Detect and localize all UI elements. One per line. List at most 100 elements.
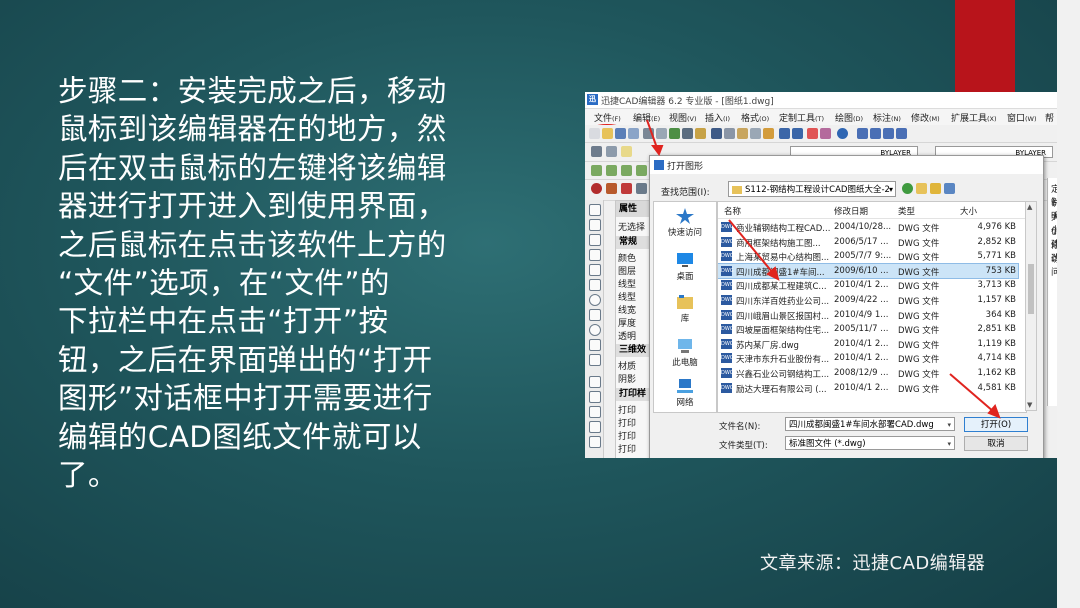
look-in-combo[interactable]: S112-钢结构工程设计CAD图纸大全-2 ▾ (728, 181, 896, 197)
scroll-up-icon[interactable]: ▲ (1027, 203, 1032, 211)
ellipse-arc-icon[interactable] (589, 339, 601, 351)
revcloud-icon[interactable] (589, 309, 601, 321)
new-folder-icon[interactable] (930, 183, 941, 194)
region-icon[interactable] (589, 406, 601, 418)
file-row[interactable]: DWG 四川东洋百姓药业公司... 2009/4/22 ... DWG 文件 1,157… (718, 293, 1018, 308)
wedge-icon[interactable] (606, 165, 617, 176)
file-name-input[interactable]: 四川成都闽盛1#车间水部署CAD.dwg ▾ (785, 417, 955, 431)
open-button[interactable]: 打开(O) (964, 417, 1028, 432)
place-quick-access[interactable]: 快速访问 (654, 208, 716, 238)
selection-combo[interactable]: 无选择 (618, 220, 645, 233)
table-icon[interactable] (589, 421, 601, 433)
menu-extension-tools[interactable]: 扩展工具(X) (951, 111, 997, 124)
col-type[interactable]: 类型 (898, 205, 915, 217)
new-icon[interactable] (589, 128, 600, 139)
box-icon[interactable] (591, 165, 602, 176)
text-style-icon[interactable] (883, 128, 894, 139)
file-row[interactable]: DWG 苏内某厂房.dwg 2010/4/1 2... DWG 文件 1,119 KB (718, 337, 1018, 352)
layer-previous-icon[interactable] (621, 146, 632, 157)
match-props-icon[interactable] (763, 128, 774, 139)
cone-icon[interactable] (621, 165, 632, 176)
polyline-icon[interactable] (589, 234, 601, 246)
print-icon[interactable] (643, 128, 654, 139)
help-icon[interactable] (837, 128, 848, 139)
ellipse-icon[interactable] (589, 324, 601, 336)
polygon-icon[interactable] (589, 249, 601, 261)
line-icon[interactable] (589, 204, 601, 216)
chevron-down-icon[interactable]: ▾ (947, 437, 951, 449)
menu-custom-tools[interactable]: 定制工具(T) (779, 111, 824, 124)
cut-icon[interactable] (711, 128, 722, 139)
find-icon[interactable] (682, 128, 693, 139)
text-icon[interactable] (857, 128, 868, 139)
menu-file[interactable]: 文件(F) (594, 111, 621, 124)
menu-edit[interactable]: 编辑(E) (633, 111, 660, 124)
spline-icon[interactable] (589, 264, 601, 276)
undo-icon[interactable] (779, 128, 790, 139)
file-row[interactable]: DWG 四川成都某工程建筑C... 2010/4/1 2... DWG 文件 3,713… (718, 278, 1018, 293)
file-row[interactable]: DWG 天津市东升石业股份有... 2010/4/1 2... DWG 文件 4,714… (718, 351, 1018, 366)
file-row[interactable]: DWG 商用框架结构施工图... 2006/5/17 ... DWG 文件 2,852 … (718, 235, 1018, 250)
col-size[interactable]: 大小 (960, 205, 977, 217)
render-sphere-icon[interactable] (591, 183, 602, 194)
open-icon[interactable] (602, 128, 613, 139)
text-find-icon[interactable] (896, 128, 907, 139)
chevron-down-icon[interactable]: ▾ (947, 418, 951, 430)
place-desktop[interactable]: 桌面 (654, 252, 716, 282)
cancel-button[interactable]: 取消 (964, 436, 1028, 451)
xline-icon[interactable] (589, 219, 601, 231)
file-row[interactable]: DWG 四川峨眉山景区报国村... 2010/4/9 1... DWG 文件 364 K… (718, 308, 1018, 323)
place-this-pc[interactable]: 此电脑 (654, 338, 716, 368)
file-row[interactable]: DWG 四坡屋面框架结构住宅... 2005/11/7 ... DWG 文件 2,851… (718, 322, 1018, 337)
menu-insert[interactable]: 插入(I) (705, 111, 730, 124)
light-icon[interactable] (621, 183, 632, 194)
cylinder-icon[interactable] (636, 165, 647, 176)
menu-format[interactable]: 格式(O) (741, 111, 769, 124)
scene-icon[interactable] (636, 183, 647, 194)
mtext-icon[interactable] (589, 436, 601, 448)
col-date[interactable]: 修改日期 (834, 205, 868, 217)
copy-icon[interactable] (724, 128, 735, 139)
place-network[interactable]: 网络 (654, 378, 716, 408)
file-row[interactable]: DWG 上海某贸易中心结构图... 2005/7/7 9:... DWG 文件 5,77… (718, 249, 1018, 264)
menu-draw[interactable]: 绘图(D) (835, 111, 863, 124)
file-row[interactable]: DWG 四川成都闽盛1#车间... 2009/6/10 ... DWG 文件 753 K… (718, 262, 1019, 280)
back-icon[interactable] (902, 183, 913, 194)
col-name[interactable]: 名称 (724, 205, 741, 217)
hatch-icon[interactable] (589, 376, 601, 388)
file-size: 364 KB (985, 309, 1016, 320)
file-type-select[interactable]: 标准图文件 (*.dwg) ▾ (785, 436, 955, 450)
gradient-icon[interactable] (589, 391, 601, 403)
paste-special-icon[interactable] (750, 128, 761, 139)
menu-dimension[interactable]: 标注(N) (873, 111, 901, 124)
place-library[interactable]: 库 (654, 294, 716, 324)
spell-icon[interactable] (695, 128, 706, 139)
menu-modify[interactable]: 修改(M) (911, 111, 940, 124)
arc-icon[interactable] (589, 279, 601, 291)
redo-icon[interactable] (792, 128, 803, 139)
save-as-icon[interactable] (628, 128, 639, 139)
text-edit-icon[interactable] (870, 128, 881, 139)
layer-state-icon[interactable] (606, 146, 617, 157)
scroll-thumb[interactable] (1028, 264, 1034, 314)
up-folder-icon[interactable] (916, 183, 927, 194)
file-row[interactable]: DWG 励达大理石有限公司 (... 2010/4/1 2... DWG 文件 4,58… (718, 381, 1018, 396)
delete-icon[interactable] (807, 128, 818, 139)
menu-help[interactable]: 帮 (1045, 111, 1054, 124)
preview-icon[interactable] (656, 128, 667, 139)
file-list-scrollbar[interactable]: ▲ ▼ (1025, 201, 1037, 411)
menu-view[interactable]: 视图(V) (669, 111, 697, 124)
circle-icon[interactable] (589, 294, 601, 306)
view-menu-icon[interactable] (944, 183, 955, 194)
file-row[interactable]: DWG 兴鑫石业公司钢结构工... 2008/12/9 ... DWG 文件 1,162… (718, 366, 1018, 381)
material-icon[interactable] (606, 183, 617, 194)
file-row[interactable]: DWG 商业辅钢结构工程CAD... 2004/10/28... DWG 文件 4,97… (718, 220, 1018, 235)
menu-window[interactable]: 窗口(W) (1007, 111, 1037, 124)
paste-icon[interactable] (737, 128, 748, 139)
publish-icon[interactable] (669, 128, 680, 139)
save-icon[interactable] (615, 128, 626, 139)
point-icon[interactable] (589, 354, 601, 366)
purge-icon[interactable] (820, 128, 831, 139)
layer-manager-icon[interactable] (591, 146, 602, 157)
scroll-down-icon[interactable]: ▼ (1027, 401, 1032, 409)
